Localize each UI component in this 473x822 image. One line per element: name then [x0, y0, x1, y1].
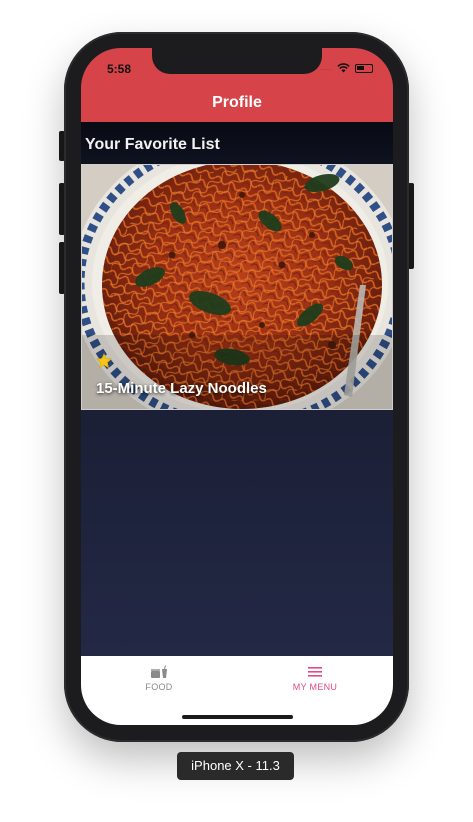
recipe-title[interactable]: 15-Minute Lazy Noodles — [96, 380, 267, 397]
battery-icon — [355, 63, 373, 73]
food-image — [82, 165, 392, 409]
tab-my-menu[interactable]: MY MENU — [237, 656, 393, 706]
status-icons: .... — [320, 63, 373, 73]
food-drink-icon — [151, 665, 167, 678]
wifi-icon — [337, 63, 350, 73]
device-label: iPhone X - 11.3 — [177, 752, 294, 780]
phone-screen: 5:58 .... Profile Your Favorite List 15-… — [81, 48, 393, 725]
menu-lines-icon — [308, 667, 322, 677]
simulator-stage: 5:58 .... Profile Your Favorite List 15-… — [0, 0, 473, 822]
notch — [152, 48, 322, 74]
home-indicator[interactable] — [182, 715, 293, 719]
tab-bar: FOOD MY MENU — [81, 656, 393, 725]
favorites-content[interactable]: Your Favorite List 15-Minute Lazy Noodle… — [81, 122, 393, 656]
page-title: Profile — [212, 94, 262, 111]
app-header: 5:58 .... Profile — [81, 48, 393, 122]
favorite-card[interactable]: 15-Minute Lazy Noodles — [81, 164, 393, 410]
tab-my-menu-label: MY MENU — [292, 682, 338, 692]
tab-food[interactable]: FOOD — [81, 656, 237, 706]
section-title: Your Favorite List — [85, 136, 220, 153]
tab-food-label: FOOD — [145, 682, 173, 692]
signal-dots: .... — [320, 64, 332, 72]
status-time: 5:58 — [107, 62, 132, 76]
